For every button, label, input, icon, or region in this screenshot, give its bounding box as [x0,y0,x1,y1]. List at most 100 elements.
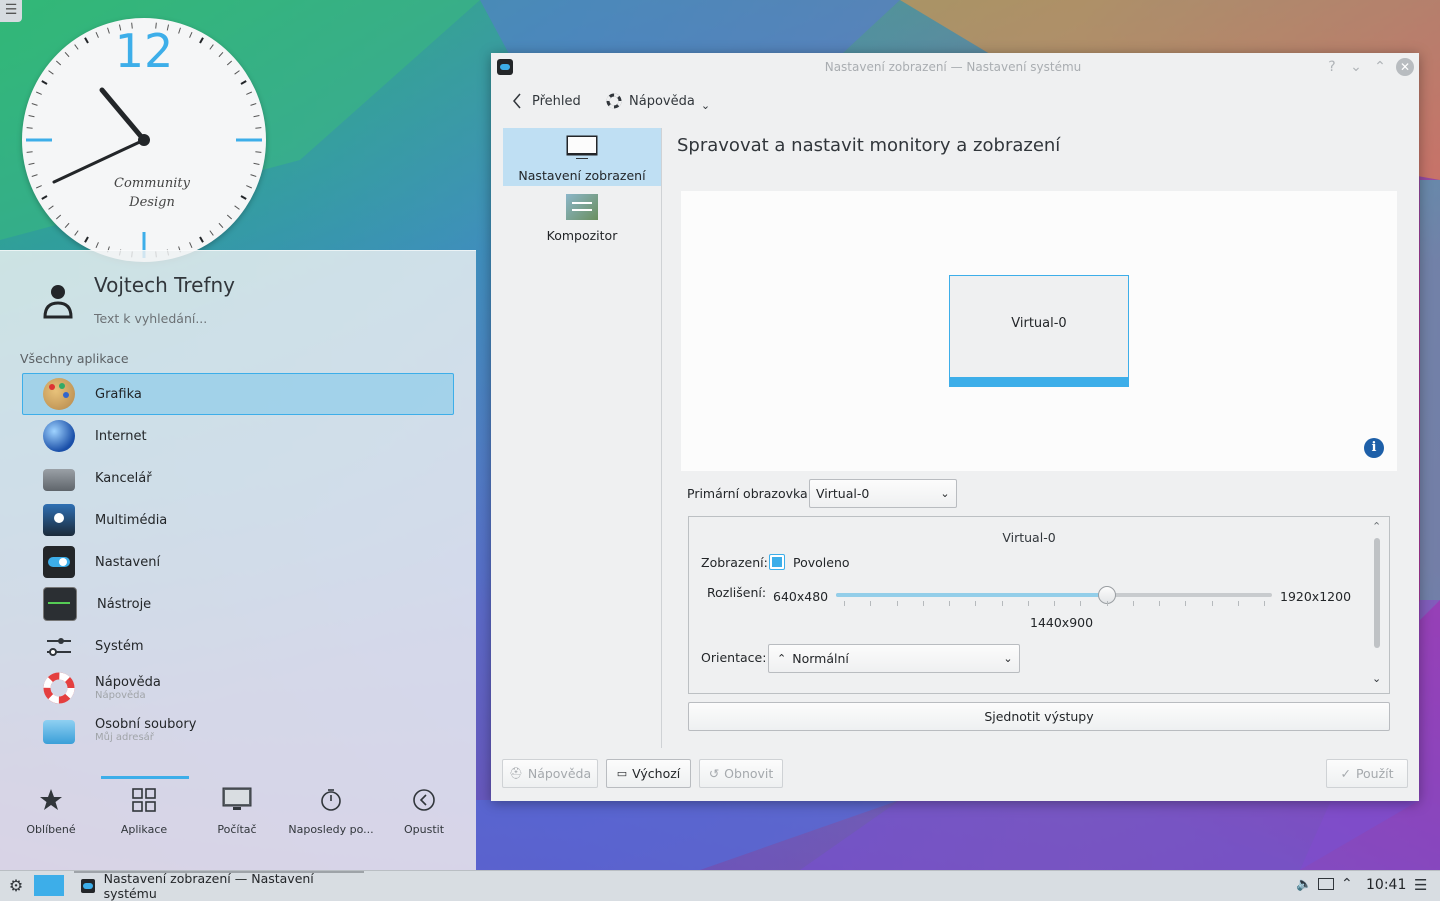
desktop-toolbox-icon[interactable]: ☰ [0,0,22,22]
defaults-button-label: Výchozí [632,766,681,781]
chevron-down-icon: ⌄ [1003,652,1013,665]
scroll-down-icon[interactable]: ⌄ [1372,672,1381,685]
slider-tick [1211,601,1213,606]
clock-tick [35,91,42,95]
unify-outputs-button[interactable]: Sjednotit výstupy [688,702,1390,731]
compositor-icon [566,194,598,220]
globe-icon [43,420,75,452]
slider-tick [949,601,950,606]
scrollbar-thumb[interactable] [1374,538,1380,648]
clock-time[interactable]: 10:41 [1366,877,1406,893]
clock-tick [31,174,38,177]
minimize-chevron-icon[interactable]: ⌄ [1347,58,1365,76]
clock-tick [218,222,224,229]
volume-icon[interactable]: 🔈 [1296,877,1312,892]
help-button-label: Nápověda [527,766,592,781]
sidebar-item-compositor[interactable]: Kompozitor [503,188,661,246]
clock-tick [246,91,253,95]
settings-sidebar: Nastavení zobrazení Kompozitor [503,128,662,748]
app-label: Nástroje [97,596,152,612]
app-item-napoveda[interactable]: Nápověda Nápověda [22,667,454,709]
tab-opustit[interactable]: Opustit [378,777,470,836]
app-item-kancelar[interactable]: Kancelář [22,457,454,499]
slider-fill [836,593,1107,597]
launcher-search-input[interactable]: Text k vyhledání... [94,311,207,326]
app-label: Grafika [95,386,142,402]
reset-button[interactable]: ↺ Obnovit [699,759,783,788]
clock-tick [55,214,62,220]
tab-naposledy[interactable]: Naposledy po... [285,777,377,836]
clock-tick [74,230,79,236]
app-item-multimedia[interactable]: Multimédia [22,499,454,541]
app-item-grafika[interactable]: Grafika [22,373,454,415]
apply-button[interactable]: ✓ Použít [1326,759,1408,788]
app-item-internet[interactable]: Internet [22,415,454,457]
tab-aplikace[interactable]: Aplikace [98,777,190,836]
tab-label: Oblíbené [26,823,76,836]
page-title: Spravovat a nastavit monitory a zobrazen… [677,135,1061,156]
maximize-chevron-icon[interactable]: ⌃ [1371,58,1389,76]
clock-tick [26,151,33,153]
slider-tick [1237,601,1239,606]
defaults-button[interactable]: ▭ Výchozí [606,759,691,788]
scroll-up-icon[interactable]: ⌃ [1372,520,1381,533]
overview-back-button[interactable]: Přehled [511,89,581,113]
enabled-label: Povoleno [793,555,850,570]
help-menu-button[interactable]: Nápověda ⌄ [605,89,710,113]
orientation-select[interactable]: ⌃ Normální ⌄ [768,644,1020,673]
sidebar-item-display-settings[interactable]: Nastavení zobrazení [503,128,661,186]
slider-tick [870,601,872,606]
clock-tick [95,242,99,249]
app-category-list: Grafika Internet Kancelář Multimédia Nas… [22,373,454,751]
panel-menu-icon[interactable]: ☰ [1414,876,1427,894]
task-title: Nastavení zobrazení — Nastavení systému [103,871,314,901]
clock-tick [28,114,35,118]
clock-tick [48,205,54,210]
clock-tick [246,185,253,189]
info-icon[interactable]: i [1364,438,1384,458]
help-question-icon[interactable]: ? [1323,58,1341,76]
monitor-layout-view: Virtual-0 i [681,191,1397,471]
typewriter-icon [43,469,75,491]
monitor-virtual-0[interactable]: Virtual-0 [949,275,1129,387]
window-titlebar[interactable]: Nastavení zobrazení — Nastavení systému … [491,53,1419,81]
slider-tick [1054,601,1055,606]
app-item-nastaveni[interactable]: Nastavení [22,541,454,583]
resolution-min: 640x480 [773,589,829,604]
lifebuoy-icon: ⛑ [508,767,523,780]
resolution-label: Rozlišení: [707,585,767,600]
primary-screen-select[interactable]: Virtual-0 ⌄ [809,479,957,508]
launcher-tabs: Oblíbené Aplikace Počítač Naposledy po..… [0,777,476,847]
clock-tick [226,214,233,220]
kde-launcher-icon[interactable]: ⚙ [6,876,26,896]
history-icon [285,777,377,823]
grid-icon [98,777,190,823]
virtual-desktop-pager[interactable] [34,875,64,896]
close-icon[interactable]: ✕ [1396,58,1414,76]
app-item-nastroje[interactable]: Nástroje [22,583,454,625]
app-item-system[interactable]: Systém [22,625,454,667]
help-button[interactable]: ⛑ Nápověda [502,759,598,788]
slider-tick [922,601,924,606]
app-item-osobni-soubory[interactable]: Osobní soubory Můj adresář [22,709,454,751]
enabled-checkbox[interactable] [769,554,785,570]
orientation-label: Orientace: [701,650,767,665]
taskbar-task-settings[interactable]: Nastavení zobrazení — Nastavení systému [74,871,364,901]
clock-tick [250,174,257,177]
orientation-up-icon: ⌃ [777,652,787,665]
tab-label: Opustit [403,823,445,836]
display-icon[interactable] [1318,878,1334,890]
taskbar: ⚙ Nastavení zobrazení — Nastavení systém… [0,870,1440,901]
clock-tick [31,103,38,106]
tray-expand-icon[interactable]: ⌃ [1341,876,1353,892]
lifebuoy-icon [43,672,75,704]
tab-oblibene[interactable]: Oblíbené [5,777,97,836]
settings-app-icon [81,879,95,893]
resolution-current: 1440x900 [1030,615,1094,630]
tab-pocitac[interactable]: Počítač [191,777,283,836]
output-config-panel: Virtual-0 Zobrazení: Povoleno Rozlišení:… [688,516,1390,694]
star-icon [5,777,97,823]
slider-tick [1080,601,1082,606]
slider-tick [896,601,898,606]
hour-hand [99,87,147,143]
